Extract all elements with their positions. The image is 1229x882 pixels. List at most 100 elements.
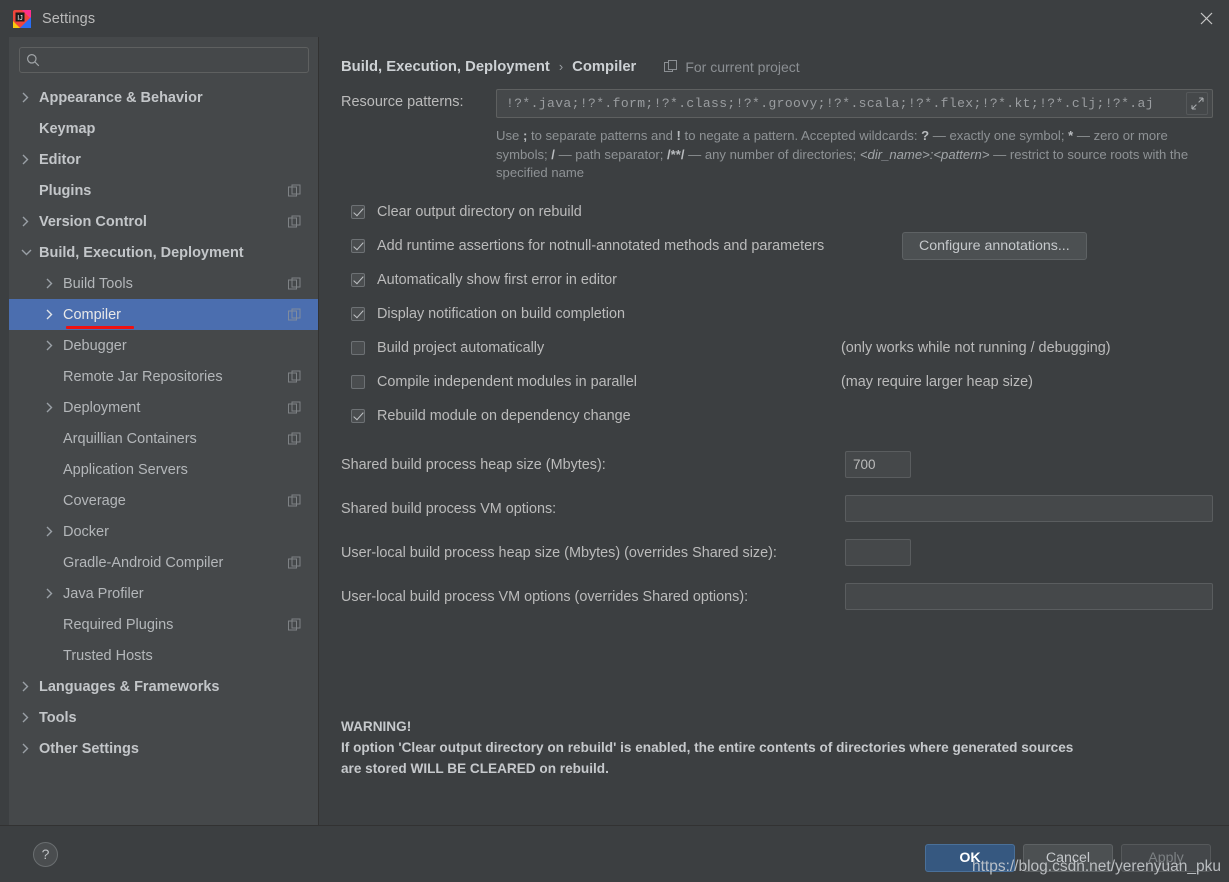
sidebar-item-version-control[interactable]: Version Control [9,206,318,237]
sidebar-item-docker[interactable]: Docker [9,516,318,547]
title-bar: IJ Settings [0,0,1229,37]
checkbox-label[interactable]: Build project automatically [377,340,544,356]
cancel-button[interactable]: Cancel [1023,844,1113,872]
sidebar-item-label: Application Servers [63,461,188,478]
sidebar-item-required-plugins[interactable]: Required Plugins [9,609,318,640]
scope-label: For current project [685,58,800,75]
dialog-body: Appearance & Behavior Keymap Editor Plugins… [0,37,1229,825]
chevron-right-icon[interactable] [21,743,37,754]
resource-patterns-value[interactable]: !?*.java;!?*.form;!?*.class;!?*.groovy;!… [506,96,1186,111]
sidebar-item-debugger[interactable]: Debugger [9,330,318,361]
sidebar-item-coverage[interactable]: Coverage [9,485,318,516]
chevron-right-icon[interactable] [45,340,61,351]
scope-indicator: For current project [664,58,800,75]
sidebar-item-label: Plugins [39,182,92,199]
search-box[interactable] [19,47,309,73]
checkbox-row-rebuild-module-on-dependency-change: Rebuild module on dependency change [341,399,1213,433]
sidebar-item-deployment[interactable]: Deployment [9,392,318,423]
chevron-right-icon[interactable] [45,402,61,413]
sidebar-item-label: Keymap [39,120,96,137]
checkbox-build-project-automatically[interactable] [351,340,365,355]
chevron-right-icon[interactable] [45,278,61,289]
sidebar-item-appearance-behavior[interactable]: Appearance & Behavior [9,82,318,113]
chevron-right-icon[interactable] [21,216,37,227]
sidebar-item-gradle-android-compiler[interactable]: Gradle-Android Compiler [9,547,318,578]
checkbox-compile-independent-modules-in-parallel[interactable] [351,374,365,389]
sidebar-item-trusted-hosts[interactable]: Trusted Hosts [9,640,318,671]
checkbox-label[interactable]: Compile independent modules in parallel [377,374,637,390]
project-scope-icon [288,277,301,290]
checkbox-label[interactable]: Automatically show first error in editor [377,272,617,288]
chevron-right-icon[interactable] [21,92,37,103]
checkbox-automatically-show-first-error-in-editor[interactable] [351,272,365,287]
sidebar-item-remote-jar-repositories[interactable]: Remote Jar Repositories [9,361,318,392]
warning-line-3: are stored WILL BE CLEARED on rebuild. [341,761,609,776]
sidebar-item-label: Other Settings [39,740,139,757]
sidebar-item-languages-frameworks[interactable]: Languages & Frameworks [9,671,318,702]
sidebar-item-arquillian-containers[interactable]: Arquillian Containers [9,423,318,454]
field-input-user-local-build-process-heap-size-mbytes-overrides-shared-size[interactable] [845,539,911,566]
resource-patterns-label: Resource patterns: [341,94,464,110]
sidebar-item-tools[interactable]: Tools [9,702,318,733]
checkbox-note: (only works while not running / debuggin… [841,339,1111,356]
project-scope-icon [288,308,301,321]
settings-dialog: IJ Settings Appearance & Behavior Keymap… [0,0,1229,882]
field-input-user-local-build-process-vm-options-overrides-shared-options[interactable] [845,583,1213,610]
project-scope-icon [288,494,301,507]
project-scope-icon [288,556,301,569]
sidebar-item-label: Tools [39,709,77,726]
sidebar-item-editor[interactable]: Editor [9,144,318,175]
field-input-shared-build-process-heap-size-mbytes[interactable] [845,451,911,478]
checkbox-label[interactable]: Rebuild module on dependency change [377,408,631,424]
chevron-right-icon[interactable] [21,712,37,723]
checkbox-rebuild-module-on-dependency-change[interactable] [351,408,365,423]
sidebar-item-other-settings[interactable]: Other Settings [9,733,318,764]
ok-button[interactable]: OK [925,844,1015,872]
checkbox-label[interactable]: Clear output directory on rebuild [377,204,582,220]
sidebar-item-build-execution-deployment[interactable]: Build, Execution, Deployment [9,237,318,268]
checkbox-label[interactable]: Display notification on build completion [377,306,625,322]
sidebar-item-java-profiler[interactable]: Java Profiler [9,578,318,609]
project-scope-icon [288,184,301,197]
help-icon[interactable]: ? [33,841,58,867]
field-row-user-local-build-process-heap-size-mbytes-overrides-shared-size: User-local build process heap size (Mbyt… [341,531,1213,575]
field-label: Shared build process VM options: [341,500,557,517]
sidebar-item-label: Remote Jar Repositories [63,368,223,385]
chevron-right-icon[interactable] [45,526,61,537]
sidebar-item-build-tools[interactable]: Build Tools [9,268,318,299]
sidebar-item-label: Version Control [39,213,147,230]
intellij-idea-logo-icon: IJ [13,9,31,28]
checkbox-display-notification-on-build-completion[interactable] [351,306,365,321]
chevron-down-icon[interactable] [21,248,37,257]
resource-patterns-field[interactable]: !?*.java;!?*.form;!?*.class;!?*.groovy;!… [496,89,1213,118]
expand-icon[interactable] [1186,92,1208,115]
checkbox-clear-output-directory-on-rebuild[interactable] [351,204,365,219]
search-icon [26,53,40,67]
warning-line-1: WARNING! [341,719,412,734]
close-icon[interactable] [1183,0,1229,37]
field-row-user-local-build-process-vm-options-overrides-shared-options: User-local build process VM options (ove… [341,575,1213,619]
sidebar-item-label: Required Plugins [63,616,174,633]
breadcrumb-root[interactable]: Build, Execution, Deployment [341,59,550,75]
configure-annotations-button[interactable]: Configure annotations... [902,231,1087,260]
checkbox-add-runtime-assertions-for-notnull-annotated-methods-and-parameters[interactable] [351,238,365,253]
checkbox-note: (may require larger heap size) [841,373,1033,390]
field-input-shared-build-process-vm-options[interactable] [845,495,1213,522]
sidebar-item-label: Appearance & Behavior [39,89,203,106]
sidebar-item-label: Build, Execution, Deployment [39,244,244,261]
chevron-right-icon[interactable] [21,681,37,692]
field-label: User-local build process heap size (Mbyt… [341,544,777,561]
chevron-right-icon[interactable] [21,154,37,165]
checkbox-label[interactable]: Add runtime assertions for notnull-annot… [377,238,824,254]
sidebar-item-compiler[interactable]: Compiler [9,299,318,330]
sidebar-item-application-servers[interactable]: Application Servers [9,454,318,485]
build-process-fields: Shared build process heap size (Mbytes):… [341,443,1213,619]
search-input[interactable] [40,52,302,68]
sidebar-item-keymap[interactable]: Keymap [9,113,318,144]
sidebar-item-plugins[interactable]: Plugins [9,175,318,206]
project-scope-icon [288,370,301,383]
field-row-shared-build-process-heap-size-mbytes: Shared build process heap size (Mbytes): [341,443,1213,487]
chevron-right-icon[interactable] [45,309,61,320]
project-scope-icon [664,59,685,74]
chevron-right-icon[interactable] [45,588,61,599]
